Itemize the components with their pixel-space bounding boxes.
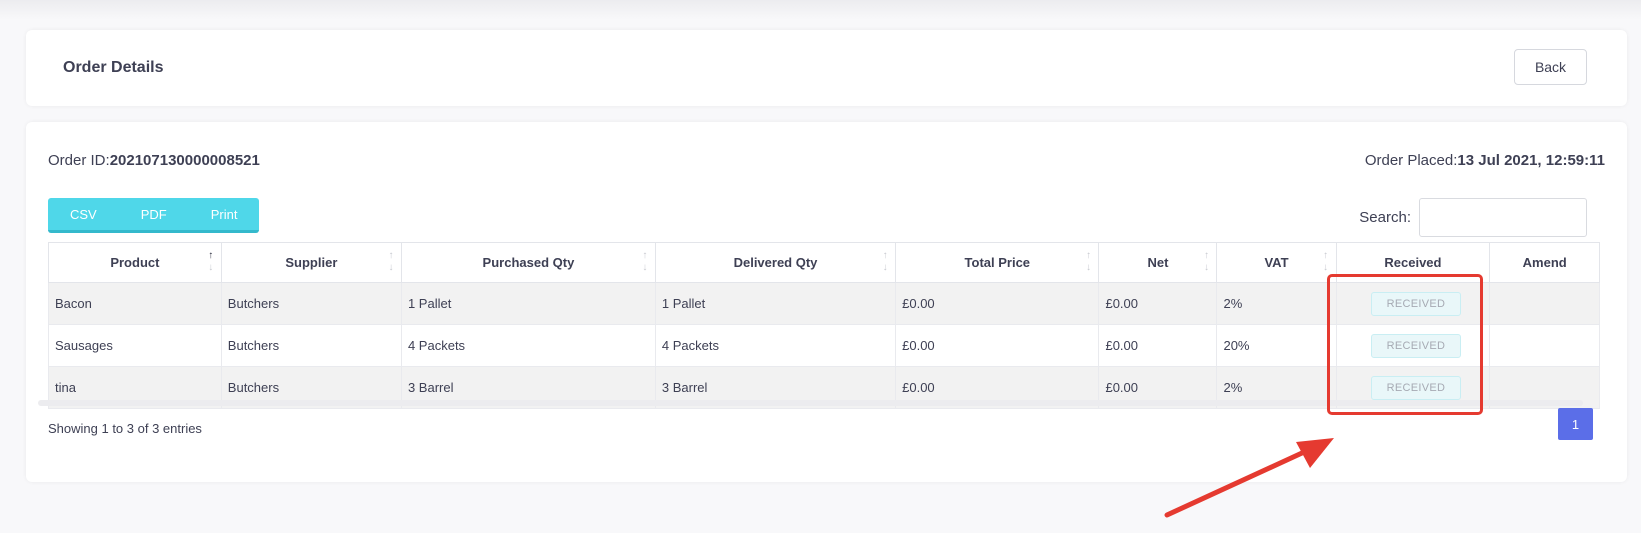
sort-arrows-icon: ↑ ↓ <box>208 250 214 273</box>
cell-amend <box>1489 324 1600 367</box>
pdf-button[interactable]: PDF <box>119 198 189 230</box>
cell-received: RECEIVED <box>1335 324 1491 367</box>
column-header-total-price[interactable]: Total Price ↑ ↓ <box>895 242 1100 283</box>
cell-amend <box>1489 282 1600 325</box>
search-box: Search: <box>1359 198 1587 237</box>
cell-purchased-qty: 1 Pallet <box>400 282 656 325</box>
order-details-card: Order ID:202107130000008521 Order Placed… <box>26 122 1627 482</box>
cell-delivered-qty: 1 Pallet <box>654 282 897 325</box>
cell-purchased-qty: 4 Packets <box>400 324 656 367</box>
order-placed: Order Placed:13 Jul 2021, 12:59:11 <box>1365 152 1605 169</box>
pagination-page-button[interactable]: 1 <box>1558 408 1593 440</box>
cell-total-price: £0.00 <box>895 324 1100 367</box>
table-row: Sausages Butchers 4 Packets 4 Packets £0… <box>48 324 1600 367</box>
search-label: Search: <box>1359 209 1411 226</box>
cell-product: Sausages <box>48 324 222 367</box>
order-placed-label: Order Placed: <box>1364 152 1458 169</box>
cell-supplier: Butchers <box>220 324 402 367</box>
cell-total-price: £0.00 <box>895 282 1100 325</box>
sort-arrows-icon: ↑ ↓ <box>388 250 394 273</box>
print-button[interactable]: Print <box>189 198 260 230</box>
cell-net: £0.00 <box>1098 324 1218 367</box>
column-header-purchased-qty[interactable]: Purchased Qty ↑ ↓ <box>400 242 656 283</box>
page-title: Order Details <box>63 59 164 76</box>
column-header-product[interactable]: Product ↑ ↓ <box>48 242 222 283</box>
cell-supplier: Butchers <box>220 282 402 325</box>
column-header-vat[interactable]: VAT ↑ ↓ <box>1216 242 1337 283</box>
received-button[interactable]: RECEIVED <box>1370 291 1461 316</box>
page-header-card: Order Details Back <box>26 30 1627 106</box>
back-button[interactable]: Back <box>1514 49 1587 85</box>
order-items-table: Product ↑ ↓ Supplier ↑ ↓ Purchased Qty ↑ ↓ … <box>48 242 1600 409</box>
table-header-row: Product ↑ ↓ Supplier ↑ ↓ Purchased Qty ↑ ↓ … <box>48 242 1600 283</box>
cell-product: Bacon <box>48 282 222 325</box>
received-button[interactable]: RECEIVED <box>1370 333 1461 358</box>
sort-arrows-icon: ↑ ↓ <box>882 250 888 273</box>
column-header-supplier[interactable]: Supplier ↑ ↓ <box>220 242 402 283</box>
cell-net: £0.00 <box>1098 282 1218 325</box>
column-header-received: Received <box>1335 242 1491 283</box>
cell-received: RECEIVED <box>1335 282 1491 325</box>
order-id-label: Order ID: <box>48 152 110 169</box>
table-row: Bacon Butchers 1 Pallet 1 Pallet £0.00 £… <box>48 282 1600 325</box>
sort-arrows-icon: ↑ ↓ <box>1085 250 1091 273</box>
sort-arrows-icon: ↑ ↓ <box>1203 250 1209 273</box>
sort-arrows-icon: ↑ ↓ <box>642 250 648 273</box>
cell-vat: 20% <box>1216 324 1337 367</box>
entries-info: Showing 1 to 3 of 3 entries <box>48 421 202 436</box>
order-id-value: 202107130000008521 <box>109 152 260 169</box>
top-shadow <box>0 0 1641 20</box>
column-header-delivered-qty[interactable]: Delivered Qty ↑ ↓ <box>654 242 897 283</box>
search-input[interactable] <box>1419 198 1587 237</box>
sort-arrows-icon: ↑ ↓ <box>1323 250 1329 273</box>
table-horizontal-scrollbar[interactable] <box>38 400 1583 406</box>
order-placed-value: 13 Jul 2021, 12:59:11 <box>1457 152 1605 169</box>
order-id: Order ID:202107130000008521 <box>48 152 260 169</box>
csv-button[interactable]: CSV <box>48 198 119 230</box>
column-header-net[interactable]: Net ↑ ↓ <box>1098 242 1218 283</box>
export-button-group: CSV PDF Print <box>48 198 260 233</box>
received-button[interactable]: RECEIVED <box>1370 375 1461 400</box>
cell-vat: 2% <box>1216 282 1337 325</box>
column-header-amend: Amend <box>1489 242 1600 283</box>
cell-delivered-qty: 4 Packets <box>654 324 897 367</box>
